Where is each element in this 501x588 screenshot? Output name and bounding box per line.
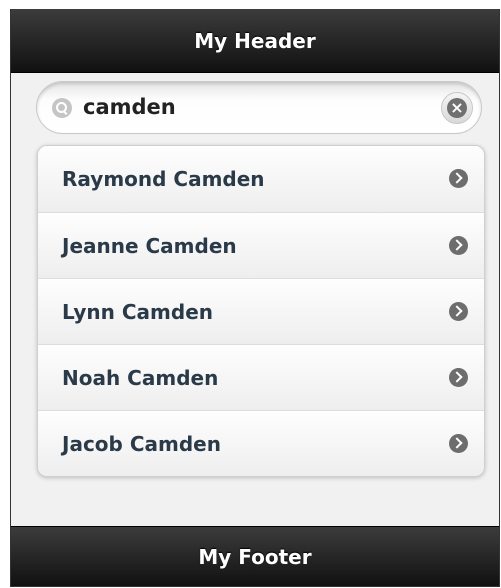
chevron-right-icon: [449, 302, 468, 321]
list-item[interactable]: Lynn Camden: [38, 278, 484, 344]
clear-search-button[interactable]: ×: [441, 92, 473, 124]
clear-icon: ×: [447, 98, 467, 118]
list-item[interactable]: Noah Camden: [38, 344, 484, 410]
search-bar[interactable]: ×: [36, 81, 482, 134]
list-item-label: Jacob Camden: [62, 431, 221, 456]
list-item-label: Lynn Camden: [62, 299, 213, 324]
list-item-label: Raymond Camden: [62, 167, 265, 191]
chevron-right-icon: [449, 236, 468, 255]
header-title: My Header: [194, 28, 316, 53]
search-icon: [52, 98, 72, 118]
list-item[interactable]: Jacob Camden: [38, 410, 484, 476]
list-item-label: Jeanne Camden: [62, 233, 237, 258]
app-frame: My Header × Raymond Camden Jeanne Camden…: [10, 9, 500, 587]
header-bar: My Header: [11, 9, 499, 73]
search-input[interactable]: [83, 90, 413, 124]
list-item-label: Noah Camden: [62, 365, 219, 390]
results-list: Raymond Camden Jeanne Camden Lynn Camden…: [37, 145, 485, 477]
chevron-right-icon: [449, 169, 468, 188]
footer-title: My Footer: [198, 544, 312, 569]
list-item[interactable]: Jeanne Camden: [38, 212, 484, 278]
chevron-right-icon: [449, 368, 468, 387]
footer-bar: My Footer: [11, 526, 499, 586]
list-item[interactable]: Raymond Camden: [38, 146, 484, 212]
chevron-right-icon: [449, 434, 468, 453]
